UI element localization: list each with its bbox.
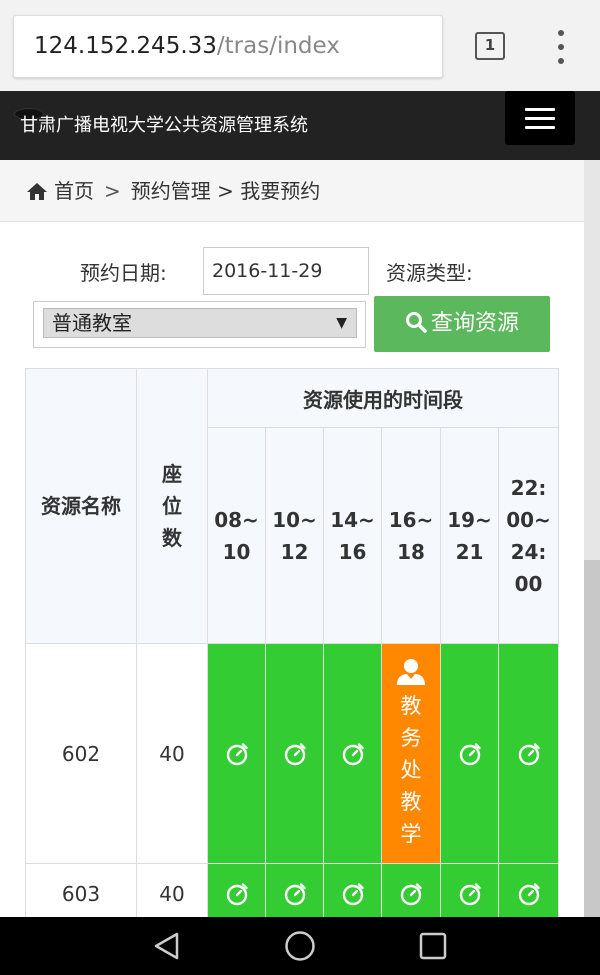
home-circle-icon[interactable] bbox=[284, 930, 316, 962]
breadcrumb-separator: > bbox=[104, 179, 121, 203]
stopwatch-icon bbox=[208, 742, 265, 766]
breadcrumb: 首页 > 预约管理 > 我要预约 bbox=[0, 160, 584, 222]
dropdown-arrow-icon: ▼ bbox=[336, 315, 347, 331]
url-host: 124.152.245.33 bbox=[34, 33, 217, 59]
header-resource-name: 资源名称 bbox=[25, 368, 137, 644]
slot-free-cell[interactable] bbox=[265, 863, 324, 917]
header-seat-count: 座位数 bbox=[136, 368, 208, 644]
query-button-label: 查询资源 bbox=[430, 311, 519, 336]
breadcrumb-home[interactable]: 首页 bbox=[54, 179, 94, 203]
resource-name-cell: 603 bbox=[25, 863, 137, 917]
stopwatch-icon bbox=[441, 742, 498, 766]
slot-free-cell[interactable] bbox=[207, 863, 266, 917]
scrollbar-thumb[interactable] bbox=[584, 160, 600, 560]
seat-count-cell: 40 bbox=[136, 643, 208, 864]
stopwatch-icon bbox=[266, 742, 323, 766]
breadcrumb-reservation-manage[interactable]: 预约管理 bbox=[131, 179, 211, 203]
browser-menu-icon[interactable] bbox=[553, 30, 569, 64]
table-row: 602 40 教务处教学 bbox=[25, 643, 560, 864]
hamburger-menu-button[interactable] bbox=[505, 91, 575, 145]
slot-booked-cell[interactable]: 教务处教学 bbox=[381, 643, 441, 864]
header-slot: 19~21 bbox=[440, 427, 499, 644]
seat-count-cell: 40 bbox=[136, 863, 208, 917]
stopwatch-icon bbox=[499, 882, 558, 906]
stopwatch-icon bbox=[324, 882, 381, 906]
query-resource-button[interactable]: 查询资源 bbox=[374, 296, 550, 352]
main-content: 首页 > 预约管理 > 我要预约 预约日期: 2016-11-29 资源类型: 普通… bbox=[0, 160, 584, 917]
resource-type-label: 资源类型: bbox=[386, 261, 473, 285]
slot-free-cell[interactable] bbox=[207, 643, 266, 864]
date-input[interactable]: 2016-11-29 bbox=[203, 247, 369, 295]
system-navigation-bar bbox=[0, 917, 600, 975]
stopwatch-icon bbox=[382, 882, 440, 906]
slot-free-cell[interactable] bbox=[265, 643, 324, 864]
stopwatch-icon bbox=[266, 882, 323, 906]
brand-title[interactable]: 甘肃广播电视大学公共资源管理系统 bbox=[20, 91, 308, 160]
booking-owner-label: 教务处教学 bbox=[400, 693, 422, 846]
url-path: /tras/index bbox=[216, 33, 340, 59]
date-label: 预约日期: bbox=[80, 261, 167, 285]
resource-type-select[interactable]: 普通教室 ▼ bbox=[33, 301, 366, 348]
resource-name-cell: 602 bbox=[25, 643, 137, 864]
slot-free-cell[interactable] bbox=[440, 863, 499, 917]
tab-switcher-button[interactable]: 1 bbox=[475, 32, 505, 60]
resource-schedule-table: 资源名称 座位数 资源使用的时间段 08~10 10~12 14~16 16~1… bbox=[25, 368, 560, 917]
search-icon bbox=[405, 312, 427, 333]
stopwatch-icon bbox=[324, 742, 381, 766]
address-bar[interactable]: 124.152.245.33/tras/index bbox=[13, 15, 443, 78]
header-slot: 10~12 bbox=[265, 427, 324, 644]
user-icon bbox=[397, 658, 425, 685]
browser-toolbar: 124.152.245.33/tras/index 1 bbox=[0, 0, 600, 91]
stopwatch-icon bbox=[441, 882, 498, 906]
slot-free-cell[interactable] bbox=[323, 643, 382, 864]
header-slot: 14~16 bbox=[323, 427, 382, 644]
selected-resource-type: 普通教室 bbox=[52, 311, 132, 335]
slot-free-cell[interactable] bbox=[497, 863, 560, 917]
slot-free-cell[interactable] bbox=[323, 863, 382, 917]
breadcrumb-my-reservation: 我要预约 bbox=[240, 179, 321, 203]
header-slot: 08~10 bbox=[207, 427, 266, 644]
home-icon bbox=[27, 183, 47, 200]
header-slot: 22:00~24:00 bbox=[497, 427, 560, 644]
table-row: 603 40 bbox=[25, 863, 560, 917]
breadcrumb-separator: > bbox=[217, 179, 234, 203]
recent-apps-icon[interactable] bbox=[419, 932, 447, 960]
header-slot: 16~18 bbox=[381, 427, 441, 644]
stopwatch-icon bbox=[208, 882, 265, 906]
stopwatch-icon bbox=[499, 742, 558, 766]
slot-free-cell[interactable] bbox=[440, 643, 499, 864]
back-icon[interactable] bbox=[152, 931, 182, 961]
header-time-slots: 资源使用的时间段 bbox=[206, 368, 560, 428]
slot-free-cell[interactable] bbox=[381, 863, 441, 917]
resource-type-select-value[interactable]: 普通教室 ▼ bbox=[43, 308, 357, 338]
slot-free-cell[interactable] bbox=[497, 643, 560, 864]
